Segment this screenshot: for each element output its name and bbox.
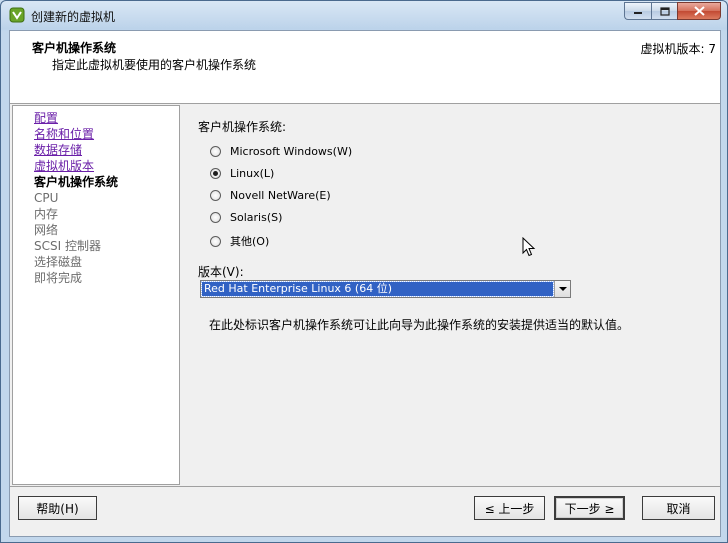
wizard-content: 客户机操作系统: Microsoft Windows(W) Linux(L) N… bbox=[180, 105, 720, 485]
vmware-logo-icon bbox=[9, 7, 25, 23]
chevron-down-icon[interactable] bbox=[554, 281, 570, 297]
nav-step-memory: 内存 bbox=[34, 207, 59, 221]
close-button[interactable] bbox=[677, 2, 721, 20]
nav-step-cpu: CPU bbox=[34, 191, 59, 205]
next-button[interactable]: 下一步 ≥ bbox=[554, 496, 625, 520]
radio-label: Novell NetWare(E) bbox=[230, 189, 331, 202]
mouse-pointer-icon bbox=[522, 237, 536, 257]
nav-step-ready-to-complete: 即将完成 bbox=[34, 271, 83, 285]
version-dropdown[interactable]: Red Hat Enterprise Linux 6 (64 位) bbox=[200, 280, 571, 298]
cancel-button[interactable]: 取消 bbox=[642, 496, 715, 520]
nav-step-configuration[interactable]: 配置 bbox=[34, 110, 58, 126]
title-bar[interactable]: 创建新的虚拟机 bbox=[1, 1, 727, 30]
radio-label: Solaris(S) bbox=[230, 211, 283, 224]
nav-step-datastore[interactable]: 数据存储 bbox=[34, 142, 82, 158]
help-button[interactable]: 帮助(H) bbox=[18, 496, 97, 520]
radio-label: Microsoft Windows(W) bbox=[230, 145, 353, 158]
wizard-client-area: 客户机操作系统 指定此虚拟机要使用的客户机操作系统 虚拟机版本: 7 配置 名称… bbox=[9, 30, 721, 537]
radio-microsoft-windows[interactable]: Microsoft Windows(W) bbox=[210, 145, 352, 158]
nav-step-select-disk: 选择磁盘 bbox=[34, 255, 83, 269]
window-title: 创建新的虚拟机 bbox=[31, 10, 116, 24]
footer-divider bbox=[10, 486, 720, 487]
nav-step-network: 网络 bbox=[34, 223, 59, 237]
wizard-steps-nav: 配置 名称和位置 数据存储 虚拟机版本 客户机操作系统 CPU 内存 网络 SC… bbox=[12, 105, 180, 485]
guest-os-label: 客户机操作系统: bbox=[198, 120, 287, 134]
radio-solaris[interactable]: Solaris(S) bbox=[210, 211, 282, 224]
maximize-button[interactable] bbox=[651, 2, 677, 20]
maximize-icon bbox=[659, 6, 670, 16]
nav-step-guest-os: 客户机操作系统 bbox=[34, 175, 119, 189]
nav-step-scsi-controller: SCSI 控制器 bbox=[34, 239, 101, 253]
radio-novell-netware[interactable]: Novell NetWare(E) bbox=[210, 189, 331, 202]
close-icon bbox=[693, 6, 705, 16]
radio-indicator[interactable] bbox=[210, 212, 221, 223]
radio-label: 其他(O) bbox=[230, 235, 270, 248]
radio-linux[interactable]: Linux(L) bbox=[210, 167, 274, 180]
version-label: 版本(V): bbox=[198, 265, 244, 279]
version-dropdown-value: Red Hat Enterprise Linux 6 (64 位) bbox=[201, 281, 554, 297]
nav-step-name-location[interactable]: 名称和位置 bbox=[34, 126, 94, 142]
page-subtitle: 指定此虚拟机要使用的客户机操作系统 bbox=[52, 58, 257, 72]
radio-label: Linux(L) bbox=[230, 167, 275, 180]
page-title: 客户机操作系统 bbox=[32, 41, 117, 55]
vm-version-label: 虚拟机版本: 7 bbox=[640, 42, 717, 56]
minimize-button[interactable] bbox=[624, 2, 651, 20]
guest-os-hint: 在此处标识客户机操作系统可让此向导为此操作系统的安装提供适当的默认值。 bbox=[209, 318, 630, 332]
minimize-icon bbox=[634, 12, 642, 14]
radio-indicator[interactable] bbox=[210, 190, 221, 201]
radio-indicator[interactable] bbox=[210, 146, 221, 157]
radio-other[interactable]: 其他(O) bbox=[210, 233, 269, 249]
radio-indicator[interactable] bbox=[210, 235, 221, 247]
nav-step-vm-version[interactable]: 虚拟机版本 bbox=[34, 158, 94, 174]
wizard-window: 创建新的虚拟机 客户机操作系统 指定此虚拟机要使用的客户机操作系统 虚拟机版本:… bbox=[0, 0, 728, 543]
radio-indicator-checked[interactable] bbox=[210, 168, 221, 179]
wizard-header: 客户机操作系统 指定此虚拟机要使用的客户机操作系统 虚拟机版本: 7 bbox=[10, 31, 720, 104]
back-button[interactable]: ≤ 上一步 bbox=[474, 496, 545, 520]
